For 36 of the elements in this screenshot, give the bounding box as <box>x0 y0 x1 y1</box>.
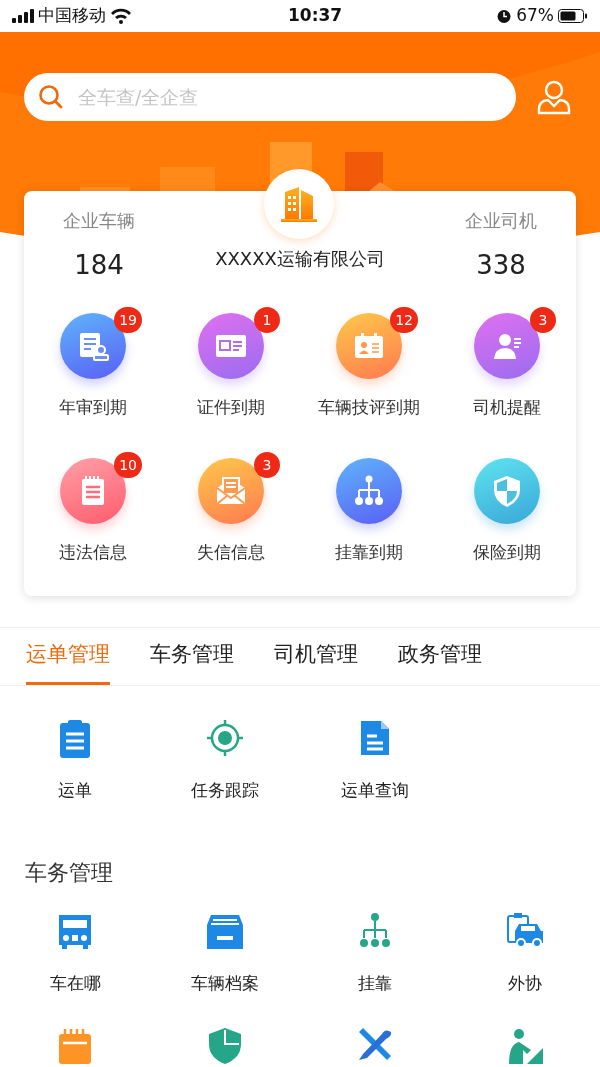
user-icon <box>536 79 572 115</box>
feature-item[interactable]: 任务跟踪 <box>150 718 300 804</box>
feature-item[interactable]: 车辆档案 <box>150 910 300 996</box>
search-icon <box>38 84 64 110</box>
stat-label: 企业车辆 <box>63 209 135 233</box>
carrier-name: 中国移动 <box>38 4 106 28</box>
tab[interactable]: 司机管理 <box>274 627 358 685</box>
alert-item[interactable]: 3 失信信息 <box>162 449 300 565</box>
alert-item[interactable]: 挂靠到期 <box>300 449 438 565</box>
alert-item[interactable]: 保险到期 <box>438 449 576 565</box>
status-time: 10:37 <box>288 4 343 28</box>
stat-value: 184 <box>74 249 124 282</box>
alert-item[interactable]: 19 年审到期 <box>24 305 162 421</box>
signal-icon <box>12 9 34 23</box>
alert-item[interactable]: 1 证件到期 <box>162 305 300 421</box>
target-icon <box>205 718 245 758</box>
alarm-icon <box>496 8 513 24</box>
feature-item[interactable]: 车在哪 <box>0 910 150 996</box>
tab[interactable]: 政务管理 <box>398 627 482 685</box>
search-field[interactable]: 全车查/全企查 <box>24 73 516 121</box>
alert-item[interactable]: 3 司机提醒 <box>438 305 576 421</box>
battery-icon <box>558 9 588 23</box>
wifi-icon <box>110 8 132 24</box>
company-name: XXXXX运输有限公司 <box>215 247 385 271</box>
tab[interactable]: 车务管理 <box>150 627 234 685</box>
feature-item[interactable]: 挂靠 <box>300 910 450 996</box>
stat-value: 338 <box>476 249 526 282</box>
feature-item[interactable]: 运单查询 <box>300 718 450 804</box>
alert-item[interactable]: 12 车辆技评到期 <box>300 305 438 421</box>
user-button[interactable] <box>536 79 572 115</box>
section-heading: 车务管理 <box>24 858 114 887</box>
feature-item[interactable]: 运单 <box>0 718 150 804</box>
alert-item[interactable]: 10 违法信息 <box>24 449 162 565</box>
feature-item[interactable]: 外协 <box>450 910 600 996</box>
stat-label: 企业司机 <box>465 209 537 233</box>
battery-level: 67% <box>516 4 554 28</box>
